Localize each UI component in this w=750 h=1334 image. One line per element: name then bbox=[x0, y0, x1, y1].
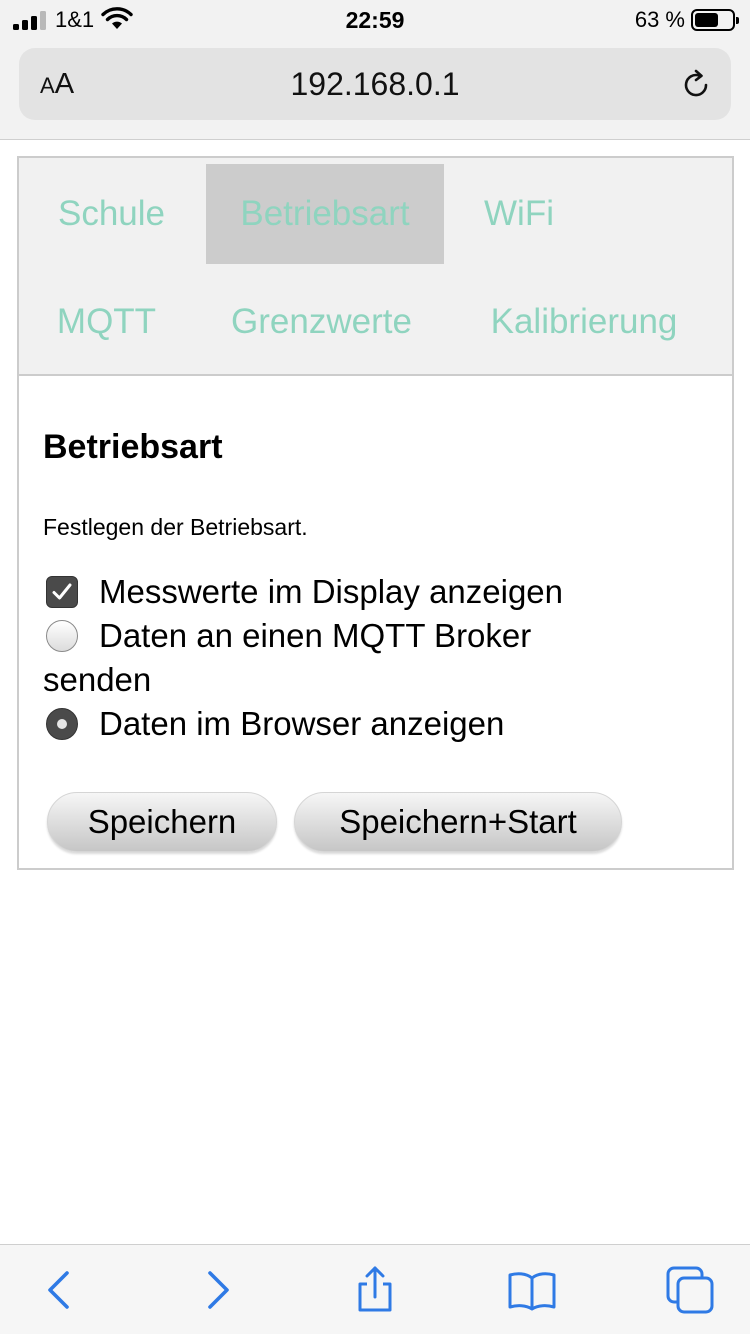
battery-icon bbox=[691, 9, 739, 31]
forward-icon[interactable] bbox=[193, 1265, 243, 1315]
back-icon[interactable] bbox=[34, 1265, 84, 1315]
tab-betriebsart[interactable]: Betriebsart bbox=[206, 164, 444, 264]
browser-toolbar bbox=[0, 1244, 750, 1334]
tab-kalibrierung[interactable]: Kalibrierung bbox=[469, 272, 699, 372]
tab-wifi[interactable]: WiFi bbox=[444, 164, 594, 264]
display-checkbox[interactable] bbox=[46, 576, 78, 608]
mqtt-radio[interactable] bbox=[46, 620, 78, 652]
browser-header: AA 192.168.0.1 bbox=[0, 40, 750, 140]
status-bar: 1&1 22:59 63 % bbox=[0, 0, 750, 40]
checkmark-icon bbox=[52, 583, 72, 600]
save-start-button[interactable]: Speichern+Start bbox=[294, 792, 622, 852]
battery-fill bbox=[695, 13, 718, 27]
option-mqtt[interactable]: Daten an einen MQTT Broker senden bbox=[43, 614, 643, 702]
panel-title: Betriebsart bbox=[43, 428, 223, 466]
battery-percent: 63 % bbox=[634, 7, 685, 32]
settings-card: Schule Betriebsart WiFi MQTT Grenzwerte … bbox=[17, 156, 734, 870]
reload-icon[interactable] bbox=[679, 68, 713, 102]
tab-grenzwerte[interactable]: Grenzwerte bbox=[214, 272, 429, 372]
tab-bar: Schule Betriebsart WiFi MQTT Grenzwerte … bbox=[17, 156, 734, 376]
url-field[interactable]: 192.168.0.1 bbox=[19, 66, 731, 103]
browser-radio[interactable] bbox=[46, 708, 78, 740]
tabs-icon[interactable] bbox=[665, 1265, 715, 1315]
bookmarks-icon[interactable] bbox=[507, 1265, 557, 1315]
option-browser-label: Daten im Browser anzeigen bbox=[99, 705, 505, 742]
option-display[interactable]: Messwerte im Display anzeigen bbox=[43, 570, 643, 614]
option-mqtt-label: Daten an einen MQTT Broker senden bbox=[43, 617, 532, 698]
save-button[interactable]: Speichern bbox=[47, 792, 277, 852]
share-icon[interactable] bbox=[350, 1265, 400, 1315]
option-display-label: Messwerte im Display anzeigen bbox=[99, 573, 564, 610]
address-bar[interactable]: AA 192.168.0.1 bbox=[19, 48, 731, 120]
tab-mqtt[interactable]: MQTT bbox=[19, 272, 194, 372]
tab-panel-betriebsart: Betriebsart Festlegen der Betriebsart. M… bbox=[17, 376, 734, 870]
option-browser[interactable]: Daten im Browser anzeigen bbox=[43, 702, 643, 746]
tab-schule[interactable]: Schule bbox=[19, 164, 204, 264]
panel-description: Festlegen der Betriebsart. bbox=[43, 514, 308, 540]
mode-options: Messwerte im Display anzeigen Daten an e… bbox=[43, 570, 643, 746]
